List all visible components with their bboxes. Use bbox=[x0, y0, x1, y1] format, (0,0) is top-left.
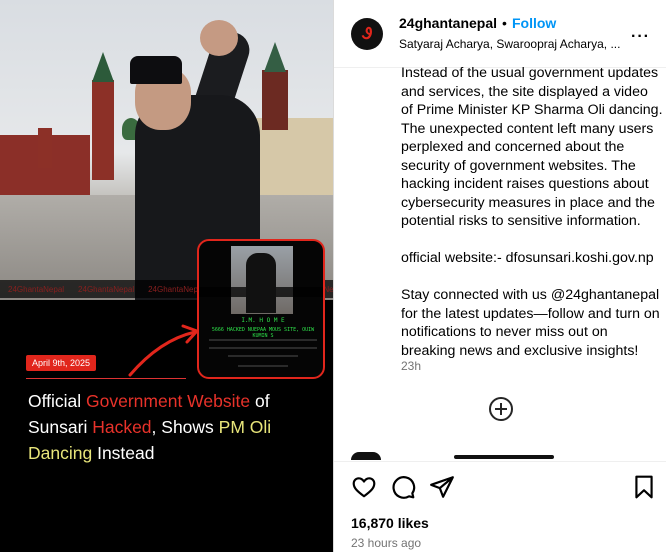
like-heart-icon[interactable] bbox=[351, 474, 377, 500]
caption-age: 23h bbox=[401, 359, 422, 373]
more-horizontal-icon[interactable]: ··· bbox=[631, 28, 650, 46]
username-link[interactable]: 24ghantanepal bbox=[399, 15, 497, 31]
divider bbox=[334, 461, 666, 462]
divider bbox=[26, 378, 186, 379]
headline-part: Hacked bbox=[92, 417, 152, 437]
load-more-comments-button[interactable] bbox=[489, 397, 513, 421]
watermark-text: 24GhantaNepal bbox=[78, 284, 135, 294]
comment-preview bbox=[454, 455, 554, 459]
likes-count[interactable]: 16,870 likes bbox=[351, 515, 429, 531]
person-hat bbox=[130, 56, 182, 84]
spire bbox=[92, 52, 114, 82]
post-media[interactable]: 24GhantaNepal 24GhantaNepal 24GhantaNepa… bbox=[0, 0, 333, 552]
watermark-text: 24GhantaNepal bbox=[8, 284, 65, 294]
caption-paragraph: Stay connected with us @24ghantanepal fo… bbox=[401, 287, 660, 359]
post-caption: Instead of the usual government updates … bbox=[401, 64, 663, 360]
caption-paragraph: Instead of the usual government updates … bbox=[401, 65, 663, 229]
save-bookmark-icon[interactable] bbox=[631, 474, 657, 500]
spire bbox=[264, 42, 286, 72]
tower bbox=[92, 80, 114, 180]
tower bbox=[262, 70, 288, 130]
post-header: Ꮽ 24ghantanepal • Follow Satyaraj Achary… bbox=[334, 0, 666, 68]
caption-paragraph: official website:- dfosunsari.koshi.gov.… bbox=[401, 250, 654, 266]
separator-dot: • bbox=[502, 15, 507, 31]
headline-part: Government Website bbox=[86, 391, 251, 411]
avatar bbox=[351, 452, 381, 460]
headline-part: , Shows bbox=[151, 417, 219, 437]
follow-button[interactable]: Follow bbox=[512, 15, 556, 31]
tower bbox=[38, 128, 52, 168]
headline-part: Instead bbox=[92, 443, 155, 463]
collaborators-link[interactable]: Satyaraj Acharya, Swaroopraj Acharya, ..… bbox=[399, 37, 620, 51]
comment-bubble-icon[interactable] bbox=[390, 474, 416, 500]
media-headline: Official Government Website of Sunsari H… bbox=[28, 388, 328, 466]
red-arrow-icon bbox=[128, 324, 199, 377]
date-badge: April 9th, 2025 bbox=[26, 355, 97, 371]
post-timestamp[interactable]: 23 hours ago bbox=[351, 536, 421, 550]
action-bar bbox=[334, 470, 666, 502]
avatar[interactable]: Ꮽ bbox=[351, 18, 383, 50]
headline-part: Official bbox=[28, 391, 87, 411]
share-send-icon[interactable] bbox=[429, 474, 455, 500]
hand bbox=[200, 20, 238, 56]
brand-logo-icon: Ꮽ bbox=[362, 24, 372, 43]
post-sidebar: Ꮽ 24ghantanepal • Follow Satyaraj Achary… bbox=[333, 0, 666, 552]
watermark-text: 24GhantaNepal bbox=[148, 284, 205, 294]
